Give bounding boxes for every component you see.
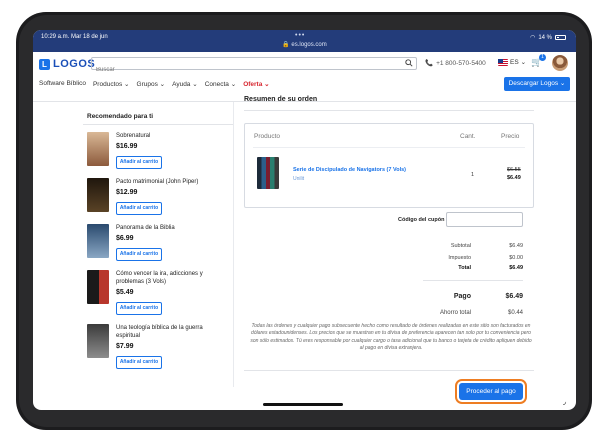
tax-label: Impuesto <box>448 255 471 261</box>
subtotal-label: Subtotal <box>450 243 471 249</box>
recommendations-panel: Recomendado para ti Sobrenatural $16.99 … <box>83 102 233 387</box>
savings-label: Ahorro total <box>439 310 471 316</box>
search-box[interactable] <box>91 57 417 76</box>
rec-title[interactable]: Pacto matrimonial (John Piper) <box>116 178 220 186</box>
divider <box>244 110 534 111</box>
battery-percent: 14 % <box>538 34 552 41</box>
logo-text: LOGOS <box>53 58 96 70</box>
nav-productos[interactable]: Productos ⌄ <box>93 80 130 88</box>
nav-grupos[interactable]: Grupos ⌄ <box>137 80 166 88</box>
nav-software-biblico[interactable]: Software Bíblico <box>39 80 86 88</box>
proceed-to-payment-button[interactable]: Proceder al pago <box>459 383 523 400</box>
add-to-cart-button[interactable]: Añadir al carrito <box>116 302 162 315</box>
product-new-price: $6.49 <box>507 175 521 181</box>
phone-number: +1 800-570-5400 <box>436 59 486 67</box>
nav-oferta[interactable]: Oferta ⌄ <box>243 80 269 88</box>
currency-disclaimer: Todas las órdenes y cualquier pago subse… <box>250 323 532 352</box>
col-header-product: Producto <box>254 133 281 140</box>
url-text: es.logos.com <box>291 42 327 48</box>
savings-value: $0.44 <box>507 310 523 316</box>
column-divider <box>233 102 234 387</box>
col-header-qty: Cant. <box>460 133 476 140</box>
tax-value: $0.00 <box>509 255 523 261</box>
product-name-link[interactable]: Serie de Discipulado de Navigators (7 Vo… <box>293 167 406 173</box>
download-logos-button[interactable]: Descargar Logos ⌄ <box>504 77 570 91</box>
address-bar[interactable]: 🔒 es.logos.com <box>33 41 576 48</box>
product-publisher: Unilit <box>293 176 305 182</box>
rec-price: $12.99 <box>116 189 138 196</box>
payment-value: $6.49 <box>505 293 523 300</box>
cart-count-badge: 1 <box>539 54 546 61</box>
divider <box>253 147 525 148</box>
avatar[interactable] <box>552 55 568 71</box>
order-table: Producto Cant. Precio Serie de Discipula… <box>244 123 534 208</box>
add-to-cart-button[interactable]: Añadir al carrito <box>116 248 162 261</box>
home-indicator[interactable] <box>263 403 343 406</box>
logos-logo[interactable]: L LOGOS <box>39 58 95 70</box>
divider <box>244 370 534 371</box>
coupon-input[interactable] <box>446 212 523 227</box>
rec-title[interactable]: Panorama de la Biblia <box>116 224 220 232</box>
nav-ayuda[interactable]: Ayuda ⌄ <box>172 80 198 88</box>
status-time: 10:29 a.m. Mar 18 de jun <box>41 34 108 40</box>
battery-icon <box>555 35 566 40</box>
rec-title[interactable]: Una teología bíblica de la guerra espiri… <box>116 324 220 340</box>
rec-title[interactable]: Sobrenatural <box>116 132 220 140</box>
book-cover[interactable] <box>87 270 109 304</box>
phone-contact[interactable]: 📞 +1 800-570-5400 <box>425 59 486 68</box>
coupon-label: Código del cupón <box>398 217 445 223</box>
search-icon[interactable] <box>405 59 413 67</box>
add-to-cart-button[interactable]: Añadir al carrito <box>116 356 162 369</box>
logo-mark-icon: L <box>39 58 50 70</box>
col-header-price: Precio <box>501 133 520 140</box>
add-to-cart-button[interactable]: Añadir al carrito <box>116 156 162 169</box>
book-cover[interactable] <box>87 224 109 258</box>
add-to-cart-button[interactable]: Añadir al carrito <box>116 202 162 215</box>
resize-corner-icon: ◞ <box>563 397 567 406</box>
rec-price: $7.99 <box>116 343 134 350</box>
more-dots-icon[interactable]: ••• <box>295 32 305 39</box>
payment-label: Pago <box>453 293 471 300</box>
order-summary-title: Resumen de su orden <box>244 96 318 103</box>
chevron-down-icon: ⌄ <box>520 59 527 66</box>
divider <box>83 124 233 125</box>
language-code: ES <box>510 58 519 66</box>
status-icons: ◠ 14 % <box>530 34 566 41</box>
search-input[interactable] <box>92 64 392 76</box>
rec-title[interactable]: Cómo vencer la ira, adicciones y problem… <box>116 270 220 286</box>
recommendations-title: Recomendado para ti <box>87 113 154 120</box>
product-qty: 1 <box>471 172 475 178</box>
site-header: L LOGOS 📞 +1 800-570-5400 ES ⌄ 🛒 1 Softw… <box>33 52 576 102</box>
subtotal-value: $6.49 <box>509 243 523 249</box>
total-label: Total <box>458 265 471 271</box>
main-nav: Software Bíblico Productos ⌄ Grupos ⌄ Ay… <box>39 80 270 88</box>
browser-screen: 10:29 a.m. Mar 18 de jun ••• 🔒 es.logos.… <box>33 30 576 410</box>
nav-conecta[interactable]: Conecta ⌄ <box>205 80 236 88</box>
product-cover[interactable] <box>257 157 279 189</box>
rec-price: $16.99 <box>116 143 138 150</box>
total-value: $6.49 <box>509 265 523 271</box>
book-cover[interactable] <box>87 324 109 358</box>
language-selector[interactable]: ES ⌄ <box>498 58 526 66</box>
us-flag-icon <box>498 58 508 66</box>
wifi-icon: ◠ <box>530 35 536 41</box>
divider <box>423 280 523 281</box>
book-cover[interactable] <box>87 132 109 166</box>
status-bar: 10:29 a.m. Mar 18 de jun ••• 🔒 es.logos.… <box>33 30 576 52</box>
product-old-price: $6.55 <box>507 167 521 173</box>
rec-price: $5.49 <box>116 289 134 296</box>
phone-icon: 📞 <box>425 60 434 67</box>
rec-price: $6.99 <box>116 235 134 242</box>
book-cover[interactable] <box>87 178 109 212</box>
